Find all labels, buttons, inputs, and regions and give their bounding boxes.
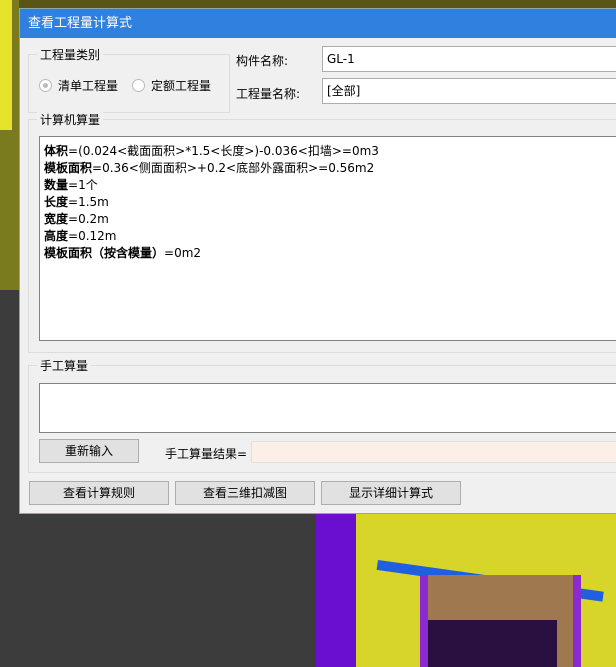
radio-bill-quantity[interactable]: 清单工程量: [39, 77, 118, 94]
formula-name: 体积: [44, 144, 69, 158]
radio-icon: [39, 79, 52, 92]
formula-name: 数量: [44, 178, 69, 192]
formula-line: 模板面积=0.36<侧面面积>+0.2<底部外露面积>=0.56m2: [44, 160, 616, 177]
radio-quota-quantity[interactable]: 定额工程量: [132, 77, 211, 94]
manual-result-label: 手工算量结果=: [165, 447, 248, 461]
scene-door-dark: [428, 620, 557, 667]
formula-line: 数量=1个: [44, 177, 616, 194]
formula-name: 模板面积: [44, 161, 93, 175]
formula-line: 宽度=0.2m: [44, 211, 616, 228]
formula-expr: =1个: [68, 178, 98, 192]
formula-expr: =0.12m: [68, 229, 117, 243]
scene-purple-column: [316, 514, 356, 667]
dialog-title: 查看工程量计算式: [20, 9, 616, 38]
manual-result-field[interactable]: [251, 441, 616, 463]
view-3d-deduction-button[interactable]: 查看三维扣减图: [175, 481, 315, 505]
computer-calc-label: 计算机算量: [37, 111, 104, 128]
category-group: 工程量类别 清单工程量 定额工程量: [28, 46, 230, 113]
formula-name: 宽度: [44, 212, 69, 226]
quantity-name-select[interactable]: [全部]: [322, 78, 616, 104]
manual-calc-label: 手工算量: [37, 357, 92, 374]
formula-expr: =0.36<侧面面积>+0.2<底部外露面积>=0.56m2: [92, 161, 375, 175]
formula-line: 体积=(0.024<截面面积>*1.5<长度>)-0.036<扣墙>=0m3: [44, 143, 616, 160]
scene-top: [19, 0, 616, 8]
manual-calc-textarea[interactable]: [39, 383, 616, 433]
component-name-field[interactable]: GL-1: [322, 46, 616, 72]
formula-name: 长度: [44, 195, 69, 209]
formula-name: 高度: [44, 229, 69, 243]
reinput-button[interactable]: 重新输入: [39, 439, 139, 463]
formula-line: 高度=0.12m: [44, 228, 616, 245]
formula-expr: =1.5m: [68, 195, 109, 209]
calc-formula-dialog: 查看工程量计算式 工程量类别 清单工程量 定额工程量 构件名称: GL-1 工程…: [19, 8, 616, 514]
formula-name: 模板面积（按含模量）: [44, 246, 165, 260]
view-rules-button[interactable]: 查看计算规则: [29, 481, 169, 505]
formula-line: 模板面积（按含模量）=0m2: [44, 245, 616, 262]
category-label: 工程量类别: [37, 46, 104, 63]
radio-icon: [132, 79, 145, 92]
formula-expr: =0.2m: [68, 212, 109, 226]
quantity-name-label: 工程量名称:: [236, 87, 301, 101]
formula-expr: =0m2: [164, 246, 202, 260]
formula-line: 长度=1.5m: [44, 194, 616, 211]
formula-textarea[interactable]: 体积=(0.024<截面面积>*1.5<长度>)-0.036<扣墙>=0m3 模板…: [39, 136, 616, 341]
component-name-label: 构件名称:: [236, 54, 289, 68]
formula-expr: =(0.024<截面面积>*1.5<长度>)-0.036<扣墙>=0m3: [68, 144, 379, 158]
scene-yellow: [0, 0, 12, 130]
scene-dark-floor: [0, 290, 19, 667]
show-detail-formula-button[interactable]: 显示详细计算式: [321, 481, 461, 505]
